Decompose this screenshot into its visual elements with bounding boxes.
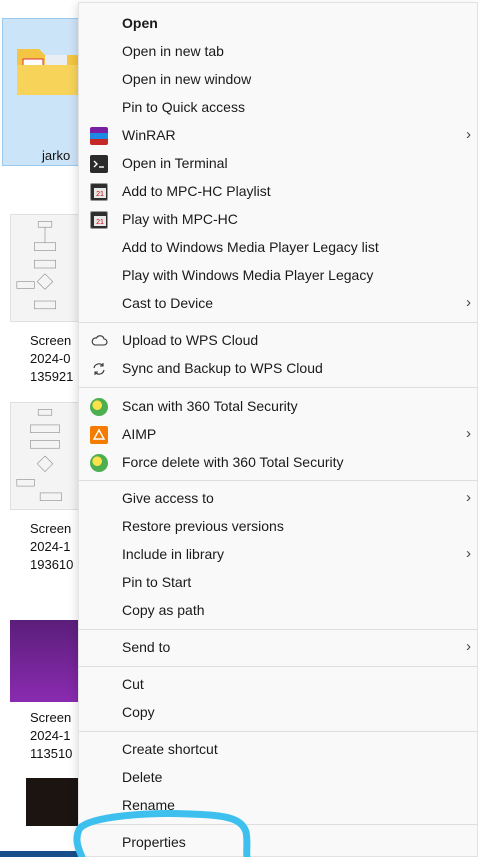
360-total-security-icon: [90, 398, 108, 416]
menu-item-aimp[interactable]: AIMP ›: [79, 421, 477, 449]
aimp-icon: [90, 426, 108, 444]
chevron-right-icon: ›: [466, 294, 471, 311]
360-total-security-icon: [90, 454, 108, 472]
chevron-right-icon: ›: [466, 545, 471, 562]
menu-item-play-wmp[interactable]: Play with Windows Media Player Legacy: [79, 262, 477, 290]
menu-item-properties[interactable]: Properties: [79, 829, 477, 857]
terminal-icon: [90, 155, 108, 173]
cloud-icon: [90, 332, 108, 350]
menu-item-give-access[interactable]: Give access to ›: [79, 485, 477, 513]
file-label: Screen 2024-1 113510: [30, 710, 73, 761]
chevron-right-icon: ›: [466, 638, 471, 655]
menu-item-restore-versions[interactable]: Restore previous versions: [79, 513, 477, 541]
menu-separator: [79, 387, 477, 388]
menu-item-rename[interactable]: Rename: [79, 792, 477, 820]
menu-separator: [79, 629, 477, 630]
svg-text:21: 21: [96, 191, 104, 198]
folder-icon: [17, 49, 83, 95]
menu-separator: [79, 666, 477, 667]
menu-item-include-library[interactable]: Include in library ›: [79, 541, 477, 569]
menu-item-create-shortcut[interactable]: Create shortcut: [79, 736, 477, 764]
menu-item-add-wmp-list[interactable]: Add to Windows Media Player Legacy list: [79, 234, 477, 262]
menu-item-delete[interactable]: Delete: [79, 764, 477, 792]
menu-item-open-new-tab[interactable]: Open in new tab: [79, 38, 477, 66]
menu-item-cut[interactable]: Cut: [79, 671, 477, 699]
svg-text:21: 21: [96, 219, 104, 226]
menu-item-pin-start[interactable]: Pin to Start: [79, 569, 477, 597]
menu-item-cast-to-device[interactable]: Cast to Device ›: [79, 290, 477, 318]
mpc-hc-icon: 21: [90, 211, 108, 229]
chevron-right-icon: ›: [466, 425, 471, 442]
file-label: Screen 2024-1 193610: [30, 521, 74, 572]
menu-item-copy[interactable]: Copy: [79, 699, 477, 727]
menu-item-sync-wps[interactable]: Sync and Backup to WPS Cloud: [79, 355, 477, 383]
taskbar-edge: [0, 851, 80, 857]
menu-item-copy-as-path[interactable]: Copy as path: [79, 597, 477, 625]
menu-separator: [79, 731, 477, 732]
menu-item-open-terminal[interactable]: Open in Terminal: [79, 150, 477, 178]
flowchart-thumbnail[interactable]: [10, 214, 80, 322]
menu-item-open-new-window[interactable]: Open in new window: [79, 66, 477, 94]
game-screenshot-thumbnail[interactable]: [10, 620, 80, 702]
context-menu: Open Open in new tab Open in new window …: [78, 2, 478, 857]
menu-item-scan-360[interactable]: Scan with 360 Total Security: [79, 393, 477, 421]
menu-item-pin-quick-access[interactable]: Pin to Quick access: [79, 94, 477, 122]
flowchart-thumbnail[interactable]: [10, 402, 80, 510]
menu-separator: [79, 480, 477, 481]
menu-item-winrar[interactable]: WinRAR ›: [79, 122, 477, 150]
sync-icon: [90, 360, 108, 378]
menu-item-add-mpc-playlist[interactable]: 21 Add to MPC-HC Playlist: [79, 178, 477, 206]
game-screenshot-thumbnail[interactable]: [26, 778, 78, 826]
menu-item-play-mpc[interactable]: 21 Play with MPC-HC: [79, 206, 477, 234]
menu-separator: [79, 824, 477, 825]
folder-name: jarko: [42, 148, 71, 163]
menu-item-send-to[interactable]: Send to ›: [79, 634, 477, 662]
file-label: Screen 2024-0 135921: [30, 333, 74, 384]
winrar-icon: [90, 127, 108, 145]
chevron-right-icon: ›: [466, 126, 471, 143]
menu-item-open[interactable]: Open: [79, 10, 477, 38]
menu-item-force-delete-360[interactable]: Force delete with 360 Total Security: [79, 449, 477, 477]
menu-separator: [79, 322, 477, 323]
chevron-right-icon: ›: [466, 489, 471, 506]
mpc-hc-icon: 21: [90, 183, 108, 201]
menu-item-upload-wps[interactable]: Upload to WPS Cloud: [79, 327, 477, 355]
